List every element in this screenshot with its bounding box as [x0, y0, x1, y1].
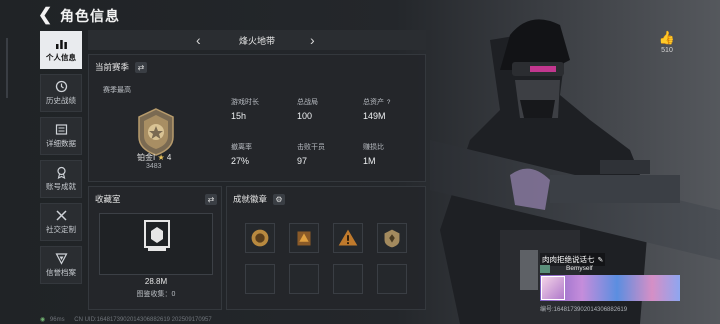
- stat-play-time: 游戏时长 15h: [231, 97, 291, 121]
- header: ❮ 角色信息: [0, 0, 720, 30]
- history-icon: [54, 80, 68, 93]
- stat-label: 游戏时长: [231, 99, 259, 106]
- stat-label: 总战局: [297, 99, 318, 106]
- collection-header: 收藏室 ⇄: [95, 193, 217, 205]
- bar-chart-icon: [54, 37, 68, 50]
- uid-text: CN UID:1648173902014306882619 2025091709…: [74, 317, 212, 323]
- season-subheading: 赛季最高: [103, 87, 131, 94]
- sidebar-item-label: 个人信息: [46, 53, 76, 62]
- sidebar-item-details[interactable]: 详细数据: [40, 117, 82, 155]
- edge-rail: [0, 38, 8, 98]
- swap-icon[interactable]: ⇄: [205, 193, 217, 205]
- display-case-icon: [144, 220, 170, 251]
- empty-badge-slot[interactable]: [245, 264, 275, 294]
- map-next-button[interactable]: ›: [310, 32, 315, 48]
- stat-value: 15h: [231, 111, 247, 121]
- stat-extract-rate: 撤离率 27%: [231, 142, 291, 166]
- stat-total-assets: 总资产? 149M: [363, 97, 423, 121]
- sidebar-item-achievements[interactable]: 账号成就: [40, 160, 82, 198]
- help-icon[interactable]: ?: [387, 100, 390, 106]
- player-card[interactable]: 肉肉拒绝说话七 ✎ Bemyself: [540, 253, 680, 301]
- swap-icon[interactable]: ⇄: [135, 61, 148, 73]
- rank-level: 4: [166, 153, 172, 162]
- ping: 96ms: [49, 317, 65, 323]
- sidebar-item-label: 历史战绩: [46, 96, 76, 105]
- stat-profit-ratio: 赚损比 1M: [363, 142, 423, 166]
- rank-medal-icon: [138, 108, 174, 156]
- map-name: 烽火地带: [238, 36, 275, 46]
- back-button[interactable]: ❮: [38, 6, 54, 23]
- season-header: 当前赛季 ⇄: [95, 61, 148, 73]
- rank-name: 铂金I ★ 4: [137, 152, 171, 163]
- thumbs-up-icon[interactable]: 👍: [657, 30, 677, 46]
- sidebar-item-label: 社交定制: [46, 225, 76, 234]
- achievements-header: 成就徽章 ⚙: [233, 193, 286, 205]
- stat-value: 27%: [231, 156, 250, 166]
- empty-badge-slot[interactable]: [377, 264, 407, 294]
- sidebar-item-label: 信誉档案: [46, 268, 76, 277]
- achievements-heading: 成就徽章: [233, 194, 268, 204]
- season-heading: 当前赛季: [95, 62, 130, 72]
- collection-heading: 收藏室: [95, 194, 121, 204]
- gold-emblem-badge[interactable]: [245, 223, 275, 253]
- like-count: 510: [661, 47, 673, 54]
- social-icon: [54, 209, 68, 222]
- rank-star-icon: ★: [157, 153, 165, 162]
- wifi-icon: ◉: [40, 317, 46, 323]
- warning-crate-badge[interactable]: [289, 223, 319, 253]
- collection-value: 28.8M: [144, 277, 168, 286]
- sidebar-item-profile[interactable]: 个人信息: [40, 31, 82, 69]
- empty-badge-slot[interactable]: [333, 264, 363, 294]
- sidebar-item-social[interactable]: 社交定制: [40, 203, 82, 241]
- rank-title: 铂金I: [137, 153, 156, 162]
- shield-emblem-badge[interactable]: [377, 223, 407, 253]
- empty-badge-slot[interactable]: [289, 264, 319, 294]
- details-icon: [54, 123, 68, 136]
- sidebar-item-history[interactable]: 历史战绩: [40, 74, 82, 112]
- avatar: [541, 276, 565, 300]
- stat-kills: 击败干员 97: [297, 142, 357, 166]
- stat-label-text: 总资产: [363, 99, 384, 106]
- stat-value: 1M: [363, 156, 376, 166]
- player-number: 编号:1648173902014306882619: [540, 307, 628, 313]
- stat-value: 100: [297, 111, 313, 121]
- season-panel: 当前赛季 ⇄ 赛季最高 铂金I ★ 4 3483 游戏时长 15h 总战局 10…: [88, 54, 426, 182]
- map-selector: ‹ 烽火地带 ›: [88, 30, 426, 50]
- warning-triangle-badge[interactable]: [333, 223, 363, 253]
- stat-label: 赚损比: [363, 144, 384, 151]
- stat-value: 97: [297, 156, 308, 166]
- achievements-panel: 成就徽章 ⚙: [226, 186, 426, 310]
- footer: ◉ 96ms CN UID:1648173902014306882619 202…: [40, 316, 212, 323]
- sidebar: 个人信息 历史战绩 详细数据 账号成就 社交定制 信誉档案: [40, 31, 82, 289]
- collection-panel[interactable]: 收藏室 ⇄ 28.8M 图鉴收集：0: [88, 186, 222, 310]
- collection-count: 图鉴收集：0: [136, 291, 176, 298]
- settings-icon[interactable]: ⚙: [273, 193, 286, 205]
- sidebar-item-label: 详细数据: [46, 139, 76, 148]
- friend-icon: [540, 265, 550, 273]
- stat-value: 149M: [363, 111, 386, 121]
- stat-label: 撤离率: [231, 144, 252, 151]
- player-name-text: 肉肉拒绝说话七: [542, 255, 595, 264]
- sidebar-item-reputation[interactable]: 信誉档案: [40, 246, 82, 284]
- collection-display: [99, 213, 213, 275]
- rank-score: 3483: [146, 163, 162, 170]
- page-title: 角色信息: [60, 8, 120, 24]
- player-id-name: Bemyself: [566, 265, 593, 272]
- reputation-icon: [54, 252, 68, 265]
- stat-label: 击败干员: [297, 144, 325, 151]
- stat-total-matches: 总战局 100: [297, 97, 357, 121]
- stat-label: 总资产?: [363, 97, 423, 107]
- achievement-icon: [54, 166, 68, 179]
- sidebar-item-label: 账号成就: [46, 182, 76, 191]
- edit-icon[interactable]: ✎: [598, 256, 604, 264]
